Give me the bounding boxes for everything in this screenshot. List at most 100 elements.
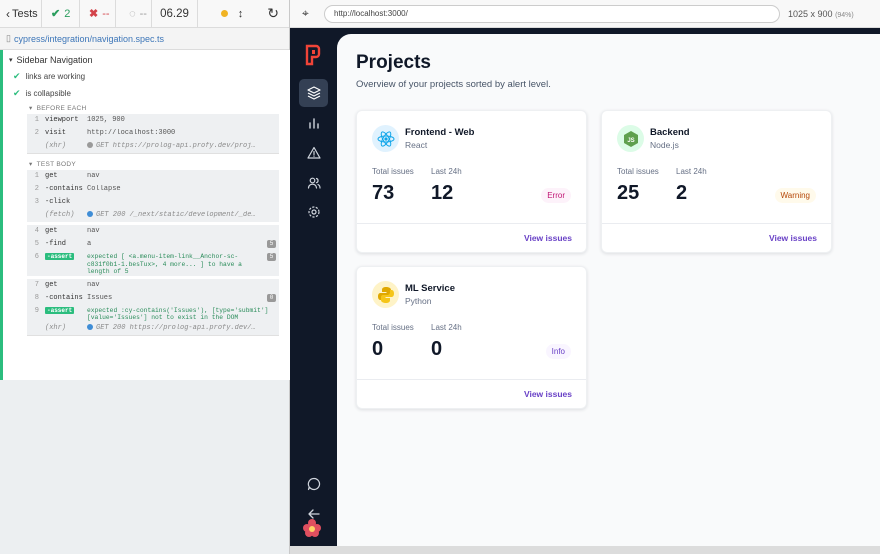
command-name: visit — [45, 129, 67, 137]
command-row[interactable]: 8 -contains Issues 0 — [27, 292, 279, 305]
dev-overlay-badge[interactable] — [299, 516, 325, 540]
project-card: ML Service Python Total issues Last 24h … — [356, 266, 587, 409]
react-icon — [372, 125, 399, 152]
card-divider — [357, 379, 586, 380]
command-message: GET https://prolog-api.profy.dev/proj… — [87, 142, 279, 151]
test-item[interactable]: ✔ links are working — [3, 68, 290, 85]
passed-count[interactable]: ✔ 2 — [42, 0, 80, 28]
command-row[interactable]: 3 -click — [27, 196, 279, 209]
command-row[interactable]: 7 get nav — [27, 279, 279, 292]
command-row[interactable]: (xhr) GET 200 https://prolog-api.profy.d… — [27, 322, 279, 335]
project-card: JS Backend Node.js Total issues Last 24h… — [601, 110, 832, 253]
card-divider — [357, 223, 586, 224]
view-issues-link[interactable]: View issues — [524, 233, 572, 243]
command-row[interactable]: 2 -contains Collapse — [27, 183, 279, 196]
projects-icon — [306, 86, 321, 100]
sidebar-item-support[interactable] — [299, 470, 328, 498]
project-card: Frontend - Web React Total issues Last 2… — [356, 110, 587, 253]
cypress-reporter: ‹ Tests ✔ 2 ✖ -- ◌ -- 06.29 ↕ ↻ ▯ cypres… — [0, 0, 290, 554]
restart-icon[interactable]: ↻ — [267, 5, 279, 22]
page-subtitle: Overview of your projects sorted by aler… — [356, 79, 551, 90]
viewport-size: 1025 x 900 — [788, 8, 833, 19]
command-name: (xhr) — [45, 142, 67, 150]
svg-text:JS: JS — [627, 138, 634, 144]
command-number: 6 — [34, 253, 39, 261]
command-row[interactable]: 1 viewport 1025, 900 — [27, 114, 279, 127]
command-row[interactable]: (fetch) GET 200 /_next/static/developmen… — [27, 209, 279, 222]
hook-label: BEFORE EACH — [36, 104, 87, 112]
last-24h-label: Last 24h — [431, 167, 462, 176]
pending-count[interactable]: ◌ -- — [116, 0, 152, 28]
command-name: -click — [45, 198, 71, 206]
element-count-badge: 5 — [267, 240, 276, 248]
command-message: Issues — [87, 293, 113, 302]
project-name: Backend — [650, 127, 690, 138]
selector-playground-icon[interactable]: ⌖ — [302, 6, 309, 21]
command-row[interactable]: 6 -assert expected [ <a.menu-item-link__… — [27, 251, 279, 276]
scroll-toggle-icon[interactable]: ↕ — [238, 8, 244, 20]
failed-count[interactable]: ✖ -- — [80, 0, 116, 28]
sidebar-item-users[interactable] — [299, 169, 328, 197]
command-message: expected [ <a.menu-item-link__Anchor-sc-… — [87, 253, 242, 275]
spec-file-path[interactable]: ▯ cypress/integration/navigation.spec.ts — [0, 28, 289, 50]
before-each-commands: 1 viewport 1025, 900 2 visit http://loca… — [27, 114, 279, 154]
sidebar-item-settings[interactable] — [299, 198, 328, 226]
page-title: Projects — [356, 52, 431, 73]
command-row[interactable]: 9 -assert expected :cy-contains('Issues'… — [27, 305, 279, 322]
run-timer: 06.29 — [152, 0, 198, 28]
command-row[interactable]: 1 get nav — [27, 170, 279, 183]
hook-header-test-body[interactable]: ▾ TEST BODY — [3, 158, 290, 170]
flower-icon — [303, 519, 321, 537]
sidebar-item-projects[interactable] — [299, 79, 328, 107]
total-issues-label: Total issues — [372, 167, 414, 176]
view-issues-link[interactable]: View issues — [769, 233, 817, 243]
command-name: (xhr) — [45, 323, 67, 332]
command-message: nav — [87, 172, 100, 180]
test-item[interactable]: ✔ is collapsible — [3, 85, 290, 102]
command-number: 3 — [34, 198, 39, 206]
tests-label: Tests — [12, 7, 38, 20]
status-badge: Error — [541, 188, 571, 203]
check-icon: ✔ — [13, 88, 21, 98]
command-number: 1 — [34, 116, 39, 124]
command-row[interactable]: 4 get nav — [27, 225, 279, 238]
total-issues-value: 25 — [617, 182, 640, 204]
react-logo-svg — [377, 130, 394, 147]
test-title: is collapsible — [25, 89, 71, 98]
project-language: React — [405, 140, 428, 150]
command-row[interactable]: (xhr) GET https://prolog-api.profy.dev/p… — [27, 140, 279, 153]
prolog-logo[interactable] — [305, 44, 321, 66]
check-icon: ✔ — [13, 71, 21, 81]
test-title: links are working — [25, 72, 86, 81]
hook-header-before-each[interactable]: ▾ BEFORE EACH — [3, 102, 290, 114]
view-issues-link[interactable]: View issues — [524, 389, 572, 399]
url-bar[interactable]: http://localhost:3000/ — [324, 4, 780, 23]
viewport-info[interactable]: 1025 x 900 (94%) — [788, 9, 854, 19]
command-row[interactable]: 5 -find a 5 — [27, 238, 279, 251]
command-name: get — [45, 280, 58, 289]
command-message: expected :cy-contains('Issues'), [type='… — [87, 306, 269, 322]
command-row[interactable]: 2 visit http://localhost:3000 — [27, 127, 279, 140]
x-icon: ✖ — [89, 8, 99, 20]
xhr-text: GET 200 https://prolog-api.profy.dev/… — [96, 323, 256, 332]
sidebar-item-alerts[interactable] — [299, 139, 328, 167]
sidebar-item-issues[interactable] — [299, 109, 328, 137]
total-issues-value: 0 — [372, 338, 384, 360]
suite-title[interactable]: ▾ Sidebar Navigation — [3, 52, 290, 68]
project-name: ML Service — [405, 283, 455, 294]
settings-icon — [307, 206, 320, 218]
command-name: get — [45, 227, 58, 235]
caret-down-icon: ▾ — [29, 105, 33, 112]
command-number: 9 — [34, 306, 39, 315]
passed-value: 2 — [64, 7, 71, 20]
command-name: viewport — [45, 116, 79, 124]
tests-back-button[interactable]: ‹ Tests — [0, 0, 42, 28]
last-24h-value: 12 — [431, 182, 454, 204]
assert-badge: -assert — [45, 253, 75, 260]
card-divider — [602, 223, 831, 224]
command-name: -contains — [45, 185, 83, 193]
command-number: 1 — [34, 172, 39, 180]
python-logo-svg — [377, 286, 394, 303]
command-log: ▾ Sidebar Navigation ✔ links are working… — [0, 50, 290, 380]
reporter-toolbar: ‹ Tests ✔ 2 ✖ -- ◌ -- 06.29 ↕ ↻ — [0, 0, 289, 28]
